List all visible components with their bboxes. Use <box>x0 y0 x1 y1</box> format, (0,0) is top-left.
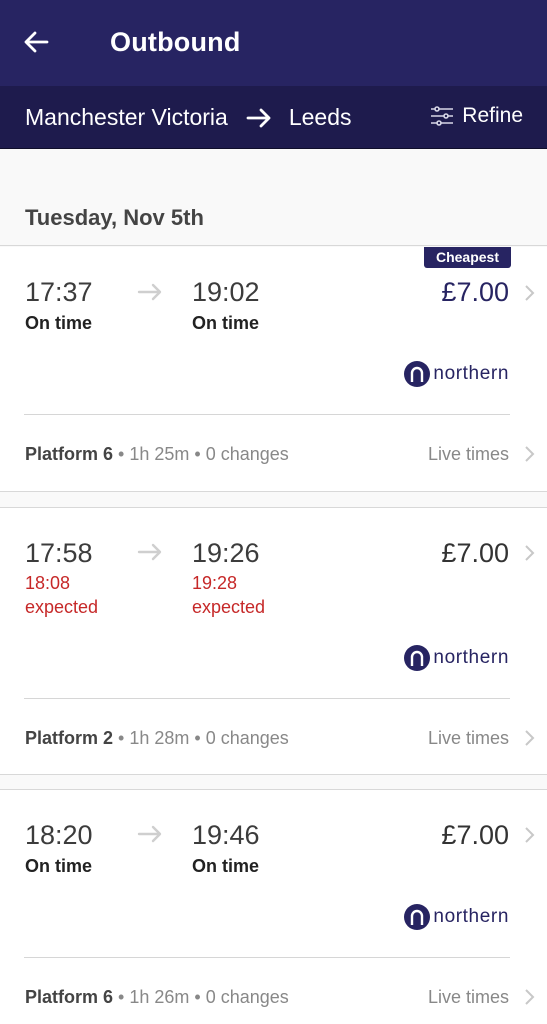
price: £7.00 <box>441 277 509 307</box>
origin-station: Manchester Victoria <box>25 104 228 130</box>
operator-logo: northern <box>404 361 509 387</box>
arrival-expected: 19:28 expected <box>192 571 265 619</box>
northern-logo-icon <box>404 361 431 387</box>
divider <box>24 414 510 415</box>
departure-time: 17:37 <box>25 277 93 307</box>
arrow-left-icon <box>24 31 49 53</box>
chevron-right-icon[interactable] <box>523 445 535 463</box>
platform: Platform 2 <box>25 728 114 748</box>
departure-expected: 18:08 expected <box>25 571 98 619</box>
expected-time: 18:08 <box>25 573 71 593</box>
arrival-time: 19:02 <box>192 277 260 307</box>
price: £7.00 <box>441 820 509 850</box>
chevron-right-icon <box>525 285 535 301</box>
sliders-icon <box>430 106 454 126</box>
chevron-right-icon <box>525 545 535 561</box>
live-times-link[interactable]: Live times <box>428 987 509 1008</box>
chevron-right-icon <box>525 827 535 843</box>
operator-name: northern <box>433 906 509 927</box>
divider <box>24 957 510 958</box>
departure-status: On time <box>25 856 93 876</box>
arrival-status: On time <box>192 313 260 333</box>
expected-label: expected <box>25 597 99 617</box>
operator-name: northern <box>433 363 509 384</box>
changes: 0 changes <box>205 987 289 1007</box>
northern-logo-icon <box>404 904 431 930</box>
cheapest-badge: Cheapest <box>423 247 511 268</box>
duration: 1h 28m <box>129 728 190 748</box>
route-bar: Manchester Victoria Leeds Refine <box>0 86 547 149</box>
departure-time: 17:58 <box>25 538 93 568</box>
northern-logo-icon <box>404 645 431 671</box>
price: £7.00 <box>441 538 509 568</box>
route: Manchester Victoria Leeds <box>25 104 352 131</box>
changes: 0 changes <box>205 444 289 464</box>
platform: Platform 6 <box>25 987 114 1007</box>
back-button[interactable] <box>18 24 54 60</box>
arrival-status: On time <box>192 856 260 876</box>
duration: 1h 25m <box>129 444 190 464</box>
live-times-link[interactable]: Live times <box>428 728 509 749</box>
refine-button[interactable]: Refine <box>430 104 523 128</box>
date-header: Tuesday, Nov 5th <box>0 150 547 246</box>
arrow-right-icon <box>137 283 162 301</box>
operator-logo: northern <box>404 645 509 671</box>
departure-status: On time <box>25 313 93 333</box>
journey-info: Platform 2 • 1h 28m • 0 changes <box>25 728 289 748</box>
journey-info: Platform 6 • 1h 26m • 0 changes <box>25 987 289 1007</box>
journey-card[interactable]: 18:20 19:46 On time On time £7.00 northe… <box>0 789 547 1024</box>
duration: 1h 26m <box>129 987 190 1007</box>
journey-card[interactable]: 17:58 19:26 18:08 expected 19:28 expecte… <box>0 507 547 775</box>
refine-label: Refine <box>462 104 523 127</box>
divider <box>24 698 510 699</box>
arrival-time: 19:26 <box>192 538 260 568</box>
date-label: Tuesday, Nov 5th <box>25 205 204 230</box>
journey-info: Platform 6 • 1h 25m • 0 changes <box>25 444 289 464</box>
operator-logo: northern <box>404 904 509 930</box>
changes: 0 changes <box>205 728 289 748</box>
destination-station: Leeds <box>288 104 352 130</box>
live-times-link[interactable]: Live times <box>428 444 509 465</box>
expected-time: 19:28 <box>192 573 238 593</box>
expected-label: expected <box>192 597 266 617</box>
arrival-time: 19:46 <box>192 820 260 850</box>
arrow-right-icon <box>137 543 162 561</box>
chevron-right-icon[interactable] <box>523 729 535 747</box>
departure-time: 18:20 <box>25 820 93 850</box>
arrow-right-icon <box>137 825 162 843</box>
journey-card[interactable]: Cheapest 17:37 19:02 On time On time £7.… <box>0 247 547 492</box>
operator-name: northern <box>433 647 509 668</box>
app-bar: Outbound <box>0 0 547 86</box>
chevron-right-icon[interactable] <box>523 988 535 1006</box>
platform: Platform 6 <box>25 444 114 464</box>
arrow-right-icon <box>246 108 272 128</box>
page-title: Outbound <box>110 27 241 57</box>
